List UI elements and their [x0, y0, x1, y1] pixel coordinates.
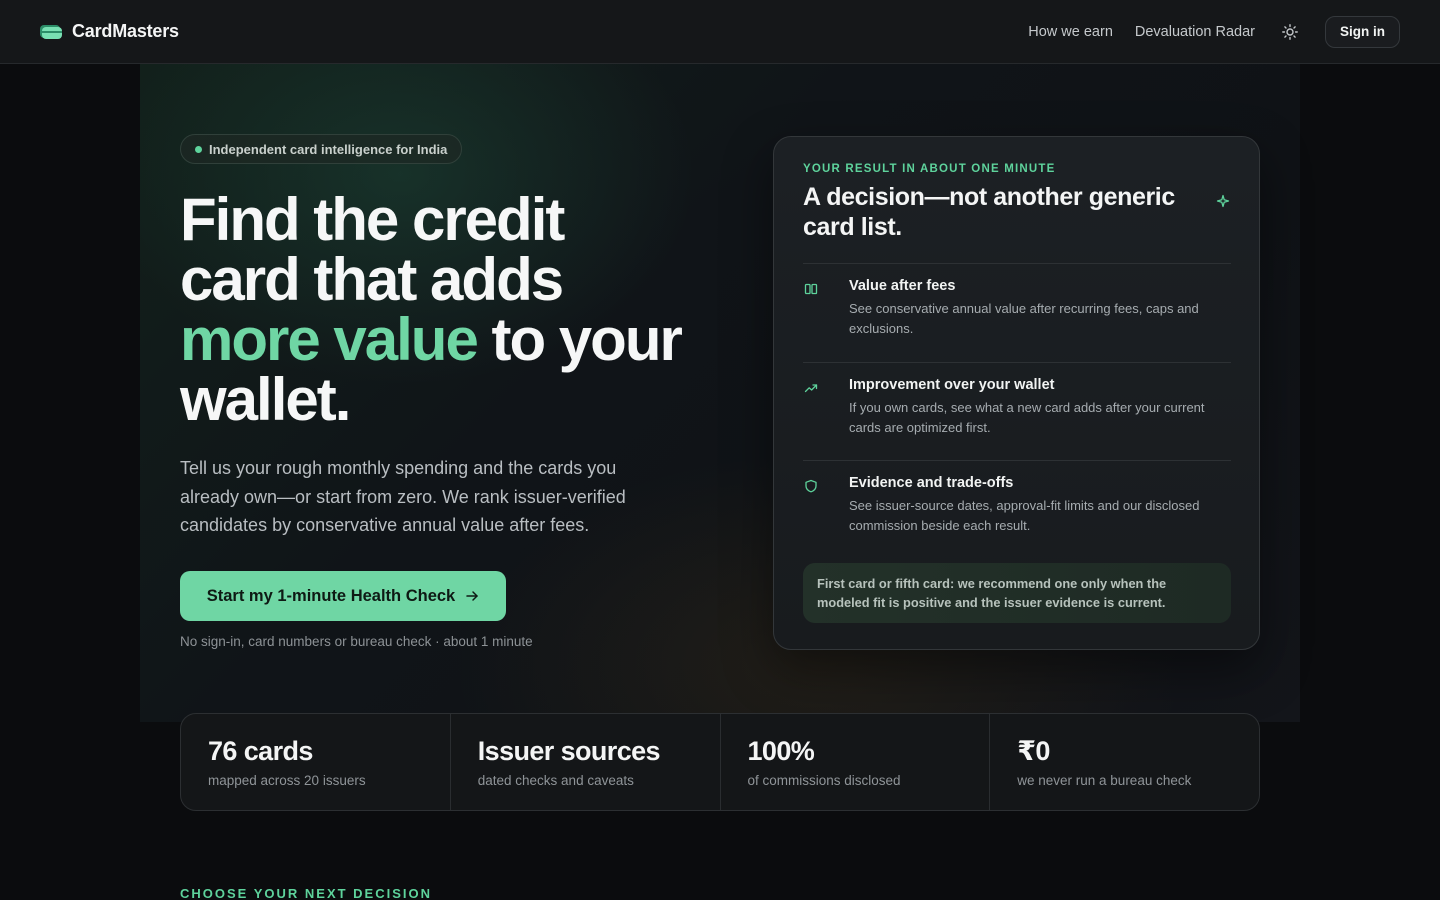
stat-label: of commissions disclosed	[747, 773, 901, 788]
cta-note: No sign-in, card numbers or bureau check…	[180, 634, 533, 649]
hero-title-line-4: wallet.	[180, 366, 351, 433]
trending-up-icon	[804, 384, 818, 393]
hero-title-line-3-rest: to your	[476, 306, 682, 373]
sign-in-button[interactable]: Sign in	[1325, 15, 1400, 48]
result-feature-evidence: Evidence and trade-offs See issuer-sourc…	[803, 460, 1231, 560]
feature-title: Improvement over your wallet	[849, 377, 1055, 393]
brand-name: CardMasters	[72, 21, 179, 41]
hero-title-line-1: Find the credit	[180, 186, 565, 253]
stat-label: mapped across 20 issuers	[208, 773, 366, 788]
stat-label: we never run a bureau check	[1017, 773, 1192, 788]
main-nav: How we earn Devaluation Radar	[1006, 24, 1255, 40]
start-health-check-button[interactable]: Start my 1-minute Health Check	[180, 571, 506, 621]
hero-eyebrow-text: Independent card intelligence for India	[209, 141, 448, 157]
shield-icon	[805, 479, 817, 493]
top-navigation-bar: CardMasters How we earn Devaluation Rada…	[0, 0, 1440, 64]
stat-value: 76 cards	[208, 736, 313, 766]
stat-commissions: 100% of commissions disclosed	[721, 714, 991, 810]
feature-title: Value after fees	[849, 278, 956, 294]
feature-description: If you own cards, see what a new card ad…	[849, 400, 1205, 435]
feature-description: See issuer-source dates, approval-fit li…	[849, 498, 1200, 533]
hero-subtitle: Tell us your rough monthly spending and …	[180, 458, 626, 535]
sun-icon[interactable]	[1281, 23, 1299, 41]
stat-issuer-sources: Issuer sources dated checks and caveats	[451, 714, 721, 810]
brand-home-link[interactable]: CardMasters	[40, 21, 179, 42]
hero-title-accent: more value	[180, 306, 479, 373]
result-feature-wallet-improvement: Improvement over your wallet If you own …	[803, 362, 1231, 460]
result-feature-value-after-fees: Value after fees See conservative annual…	[803, 263, 1231, 362]
next-section-heading: CHOOSE YOUR NEXT DECISION	[180, 886, 433, 900]
hero-eyebrow-badge: Independent card intelligence for India	[180, 134, 463, 164]
columns-icon	[804, 283, 818, 295]
sparkle-icon	[1216, 194, 1230, 208]
result-card-eyebrow: YOUR RESULT IN ABOUT ONE MINUTE	[803, 163, 1056, 175]
recommendation-note: First card or fifth card: we recommend o…	[803, 563, 1231, 623]
hero-title: Find the credit card that adds more valu…	[180, 190, 740, 430]
arrow-right-icon	[466, 591, 478, 601]
feature-description: See conservative annual value after recu…	[849, 301, 1199, 336]
feature-title: Evidence and trade-offs	[849, 475, 1014, 491]
stat-value: 100%	[747, 736, 815, 766]
cards-logo-icon	[40, 24, 62, 40]
status-dot-icon	[195, 146, 202, 153]
cta-label: Start my 1-minute Health Check	[206, 586, 456, 605]
stat-value: ₹0	[1017, 736, 1050, 766]
hero-title-line-2: card that adds	[180, 246, 564, 313]
stat-cards: 76 cards mapped across 20 issuers	[181, 714, 451, 810]
nav-how-we-earn[interactable]: How we earn	[1028, 24, 1113, 40]
stat-bureau-check: ₹0 we never run a bureau check	[990, 714, 1259, 810]
stat-value: Issuer sources	[477, 736, 661, 766]
result-preview-card: YOUR RESULT IN ABOUT ONE MINUTE A decisi…	[773, 136, 1260, 650]
stats-strip: 76 cards mapped across 20 issuers Issuer…	[180, 713, 1260, 811]
result-card-title: A decision—not another generic card list…	[803, 183, 1175, 241]
nav-devaluation-radar[interactable]: Devaluation Radar	[1135, 24, 1255, 40]
stat-label: dated checks and caveats	[477, 773, 634, 788]
